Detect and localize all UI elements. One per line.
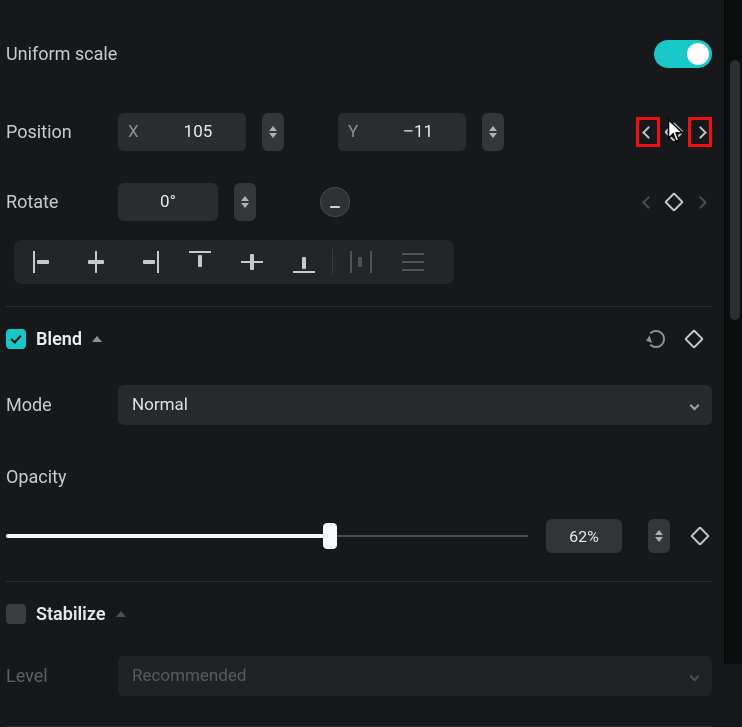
rotate-next-keyframe[interactable] xyxy=(688,188,712,216)
position-x-input[interactable]: X 105 xyxy=(118,113,246,151)
stabilize-level-value: Recommended xyxy=(132,666,247,686)
opacity-slider[interactable] xyxy=(6,524,528,548)
align-center-v-button[interactable] xyxy=(226,244,278,280)
rotate-prev-keyframe[interactable] xyxy=(636,188,660,216)
blend-collapse-icon[interactable] xyxy=(92,336,102,342)
alignment-toolbar xyxy=(14,240,454,284)
position-y-value: –11 xyxy=(370,122,466,142)
scrollbar-thumb[interactable] xyxy=(730,60,740,320)
position-y-input[interactable]: Y –11 xyxy=(338,113,466,151)
align-right-button[interactable] xyxy=(122,244,174,280)
prev-keyframe-button[interactable] xyxy=(636,117,660,147)
align-top-button[interactable] xyxy=(174,244,226,280)
blend-title: Blend xyxy=(36,329,82,350)
chevron-down-icon xyxy=(690,671,700,681)
keyframe-diamond-button[interactable] xyxy=(662,118,686,146)
blend-mode-dropdown[interactable]: Normal xyxy=(118,385,712,425)
position-label: Position xyxy=(6,122,110,143)
distribute-v-button[interactable] xyxy=(387,244,439,280)
blend-mode-value: Normal xyxy=(132,395,188,415)
reset-icon xyxy=(647,330,665,348)
uniform-scale-toggle[interactable] xyxy=(654,40,712,68)
rotate-value: 0° xyxy=(118,192,218,212)
uniform-scale-label: Uniform scale xyxy=(6,44,117,65)
axis-y-label: Y xyxy=(348,122,370,142)
blend-checkbox[interactable] xyxy=(6,329,26,349)
stabilize-title: Stabilize xyxy=(36,604,106,625)
scrollbar-track[interactable] xyxy=(724,0,742,664)
position-x-stepper[interactable] xyxy=(262,113,284,151)
opacity-value[interactable]: 62% xyxy=(546,519,622,553)
stabilize-level-dropdown: Recommended xyxy=(118,656,712,696)
rotate-stepper[interactable] xyxy=(234,183,256,221)
stabilize-collapse-icon[interactable] xyxy=(116,611,126,617)
next-keyframe-button[interactable] xyxy=(688,117,712,147)
rotate-label: Rotate xyxy=(6,192,110,213)
opacity-label: Opacity xyxy=(6,467,67,488)
align-left-button[interactable] xyxy=(18,244,70,280)
axis-x-label: X xyxy=(128,122,150,142)
blend-keyframe-diamond[interactable] xyxy=(682,325,706,353)
stabilize-checkbox[interactable] xyxy=(6,604,26,624)
opacity-keyframe-diamond[interactable] xyxy=(688,522,712,550)
position-y-stepper[interactable] xyxy=(482,113,504,151)
opacity-stepper[interactable] xyxy=(648,519,670,553)
mode-label: Mode xyxy=(6,395,110,416)
align-bottom-button[interactable] xyxy=(278,244,330,280)
chevron-down-icon xyxy=(690,400,700,410)
distribute-h-button[interactable] xyxy=(335,244,387,280)
rotate-keyframe-diamond[interactable] xyxy=(662,188,686,216)
align-center-h-button[interactable] xyxy=(70,244,122,280)
rotate-dial-button[interactable] xyxy=(320,187,350,217)
rotate-input[interactable]: 0° xyxy=(118,183,218,221)
blend-reset-button[interactable] xyxy=(640,325,672,353)
level-label: Level xyxy=(6,666,110,687)
position-x-value: 105 xyxy=(150,122,246,142)
